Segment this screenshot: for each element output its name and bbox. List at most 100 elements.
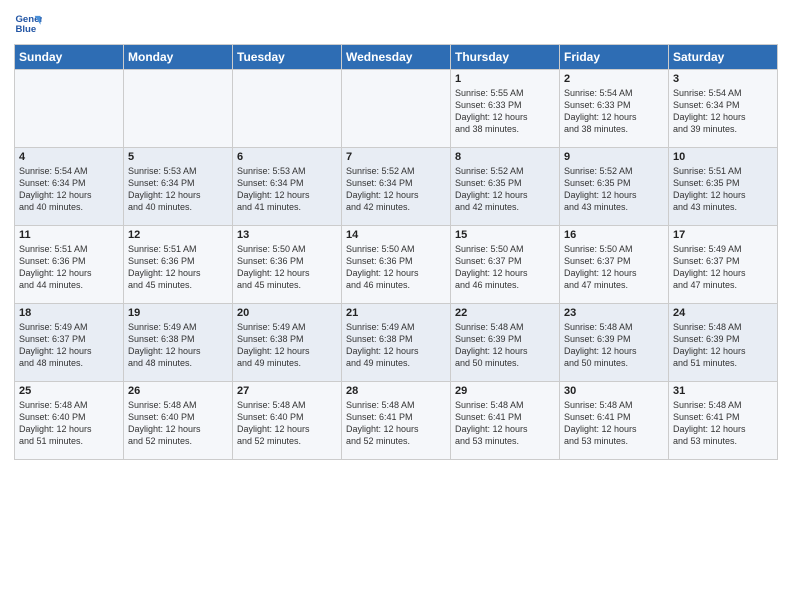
day-info: Sunrise: 5:48 AM Sunset: 6:40 PM Dayligh… xyxy=(128,399,228,448)
calendar-cell: 11 Sunrise: 5:51 AM Sunset: 6:36 PM Dayli… xyxy=(15,226,124,304)
calendar-cell: 29 Sunrise: 5:48 AM Sunset: 6:41 PM Dayli… xyxy=(451,382,560,460)
day-number: 25 xyxy=(19,385,119,397)
day-info: Sunrise: 5:52 AM Sunset: 6:34 PM Dayligh… xyxy=(346,165,446,214)
day-info: Sunrise: 5:49 AM Sunset: 6:38 PM Dayligh… xyxy=(346,321,446,370)
calendar-cell: 18 Sunrise: 5:49 AM Sunset: 6:37 PM Dayli… xyxy=(15,304,124,382)
logo: General Blue xyxy=(14,10,42,38)
day-info: Sunrise: 5:54 AM Sunset: 6:34 PM Dayligh… xyxy=(19,165,119,214)
day-number: 15 xyxy=(455,229,555,241)
calendar-cell: 5Sunrise: 5:53 AM Sunset: 6:34 PM Daylig… xyxy=(124,148,233,226)
day-info: Sunrise: 5:48 AM Sunset: 6:41 PM Dayligh… xyxy=(564,399,664,448)
calendar-cell: 23 Sunrise: 5:48 AM Sunset: 6:39 PM Dayli… xyxy=(560,304,669,382)
day-number: 8 xyxy=(455,151,555,163)
calendar-cell: 10 Sunrise: 5:51 AM Sunset: 6:35 PM Dayli… xyxy=(669,148,778,226)
logo-icon: General Blue xyxy=(14,10,42,38)
day-number: 3 xyxy=(673,73,773,85)
col-header-monday: Monday xyxy=(124,45,233,70)
day-number: 16 xyxy=(564,229,664,241)
day-number: 6 xyxy=(237,151,337,163)
calendar-cell: 1 Sunrise: 5:55 AM Sunset: 6:33 PM Daylig… xyxy=(451,70,560,148)
calendar-cell: 6Sunrise: 5:53 AM Sunset: 6:34 PM Daylig… xyxy=(233,148,342,226)
day-info: Sunrise: 5:48 AM Sunset: 6:39 PM Dayligh… xyxy=(564,321,664,370)
calendar-cell: 21 Sunrise: 5:49 AM Sunset: 6:38 PM Dayli… xyxy=(342,304,451,382)
day-number: 21 xyxy=(346,307,446,319)
day-info: Sunrise: 5:50 AM Sunset: 6:36 PM Dayligh… xyxy=(346,243,446,292)
col-header-tuesday: Tuesday xyxy=(233,45,342,70)
calendar-cell: 7 Sunrise: 5:52 AM Sunset: 6:34 PM Daylig… xyxy=(342,148,451,226)
day-info: Sunrise: 5:55 AM Sunset: 6:33 PM Dayligh… xyxy=(455,87,555,136)
day-number: 30 xyxy=(564,385,664,397)
calendar-cell: 8 Sunrise: 5:52 AM Sunset: 6:35 PM Daylig… xyxy=(451,148,560,226)
calendar-table: SundayMondayTuesdayWednesdayThursdayFrid… xyxy=(14,44,778,460)
day-number: 10 xyxy=(673,151,773,163)
day-info: Sunrise: 5:50 AM Sunset: 6:36 PM Dayligh… xyxy=(237,243,337,292)
day-info: Sunrise: 5:49 AM Sunset: 6:38 PM Dayligh… xyxy=(128,321,228,370)
calendar-body: 1 Sunrise: 5:55 AM Sunset: 6:33 PM Daylig… xyxy=(15,70,778,460)
day-info: Sunrise: 5:48 AM Sunset: 6:41 PM Dayligh… xyxy=(455,399,555,448)
day-info: Sunrise: 5:54 AM Sunset: 6:33 PM Dayligh… xyxy=(564,87,664,136)
day-number: 13 xyxy=(237,229,337,241)
day-info: Sunrise: 5:49 AM Sunset: 6:37 PM Dayligh… xyxy=(19,321,119,370)
day-number: 29 xyxy=(455,385,555,397)
calendar-cell: 13 Sunrise: 5:50 AM Sunset: 6:36 PM Dayli… xyxy=(233,226,342,304)
day-number: 26 xyxy=(128,385,228,397)
calendar-cell: 25 Sunrise: 5:48 AM Sunset: 6:40 PM Dayli… xyxy=(15,382,124,460)
day-number: 18 xyxy=(19,307,119,319)
week-row-1: 1 Sunrise: 5:55 AM Sunset: 6:33 PM Daylig… xyxy=(15,70,778,148)
calendar-cell: 20 Sunrise: 5:49 AM Sunset: 6:38 PM Dayli… xyxy=(233,304,342,382)
col-header-thursday: Thursday xyxy=(451,45,560,70)
day-number: 19 xyxy=(128,307,228,319)
col-header-saturday: Saturday xyxy=(669,45,778,70)
day-info: Sunrise: 5:52 AM Sunset: 6:35 PM Dayligh… xyxy=(564,165,664,214)
day-number: 12 xyxy=(128,229,228,241)
calendar-cell xyxy=(15,70,124,148)
col-header-wednesday: Wednesday xyxy=(342,45,451,70)
day-info: Sunrise: 5:54 AM Sunset: 6:34 PM Dayligh… xyxy=(673,87,773,136)
day-number: 11 xyxy=(19,229,119,241)
day-info: Sunrise: 5:49 AM Sunset: 6:38 PM Dayligh… xyxy=(237,321,337,370)
calendar-cell: 14Sunrise: 5:50 AM Sunset: 6:36 PM Dayli… xyxy=(342,226,451,304)
calendar-cell: 31Sunrise: 5:48 AM Sunset: 6:41 PM Dayli… xyxy=(669,382,778,460)
day-number: 28 xyxy=(346,385,446,397)
week-row-3: 11 Sunrise: 5:51 AM Sunset: 6:36 PM Dayli… xyxy=(15,226,778,304)
calendar-cell: 4 Sunrise: 5:54 AM Sunset: 6:34 PM Daylig… xyxy=(15,148,124,226)
day-number: 9 xyxy=(564,151,664,163)
calendar-cell xyxy=(342,70,451,148)
day-info: Sunrise: 5:48 AM Sunset: 6:39 PM Dayligh… xyxy=(455,321,555,370)
day-info: Sunrise: 5:48 AM Sunset: 6:40 PM Dayligh… xyxy=(19,399,119,448)
calendar-cell: 16Sunrise: 5:50 AM Sunset: 6:37 PM Dayli… xyxy=(560,226,669,304)
calendar-cell: 27 Sunrise: 5:48 AM Sunset: 6:40 PM Dayli… xyxy=(233,382,342,460)
header-row: SundayMondayTuesdayWednesdayThursdayFrid… xyxy=(15,45,778,70)
calendar-cell xyxy=(124,70,233,148)
calendar-cell: 19 Sunrise: 5:49 AM Sunset: 6:38 PM Dayli… xyxy=(124,304,233,382)
day-number: 4 xyxy=(19,151,119,163)
day-number: 31 xyxy=(673,385,773,397)
day-number: 2 xyxy=(564,73,664,85)
calendar-cell: 28 Sunrise: 5:48 AM Sunset: 6:41 PM Dayli… xyxy=(342,382,451,460)
calendar-cell: 3 Sunrise: 5:54 AM Sunset: 6:34 PM Daylig… xyxy=(669,70,778,148)
week-row-2: 4 Sunrise: 5:54 AM Sunset: 6:34 PM Daylig… xyxy=(15,148,778,226)
day-number: 24 xyxy=(673,307,773,319)
calendar-cell: 24Sunrise: 5:48 AM Sunset: 6:39 PM Dayli… xyxy=(669,304,778,382)
day-info: Sunrise: 5:52 AM Sunset: 6:35 PM Dayligh… xyxy=(455,165,555,214)
calendar-cell: 17Sunrise: 5:49 AM Sunset: 6:37 PM Dayli… xyxy=(669,226,778,304)
day-number: 20 xyxy=(237,307,337,319)
day-number: 27 xyxy=(237,385,337,397)
day-number: 7 xyxy=(346,151,446,163)
page-container: General Blue SundayMondayTuesdayWednesda… xyxy=(0,0,792,470)
day-info: Sunrise: 5:51 AM Sunset: 6:35 PM Dayligh… xyxy=(673,165,773,214)
day-info: Sunrise: 5:51 AM Sunset: 6:36 PM Dayligh… xyxy=(19,243,119,292)
calendar-cell: 30 Sunrise: 5:48 AM Sunset: 6:41 PM Dayli… xyxy=(560,382,669,460)
calendar-cell xyxy=(233,70,342,148)
day-number: 23 xyxy=(564,307,664,319)
day-number: 1 xyxy=(455,73,555,85)
week-row-4: 18 Sunrise: 5:49 AM Sunset: 6:37 PM Dayli… xyxy=(15,304,778,382)
header: General Blue xyxy=(14,10,778,38)
svg-text:Blue: Blue xyxy=(15,24,36,35)
calendar-header: SundayMondayTuesdayWednesdayThursdayFrid… xyxy=(15,45,778,70)
day-info: Sunrise: 5:53 AM Sunset: 6:34 PM Dayligh… xyxy=(128,165,228,214)
day-info: Sunrise: 5:48 AM Sunset: 6:40 PM Dayligh… xyxy=(237,399,337,448)
day-info: Sunrise: 5:50 AM Sunset: 6:37 PM Dayligh… xyxy=(455,243,555,292)
col-header-friday: Friday xyxy=(560,45,669,70)
day-info: Sunrise: 5:48 AM Sunset: 6:41 PM Dayligh… xyxy=(346,399,446,448)
